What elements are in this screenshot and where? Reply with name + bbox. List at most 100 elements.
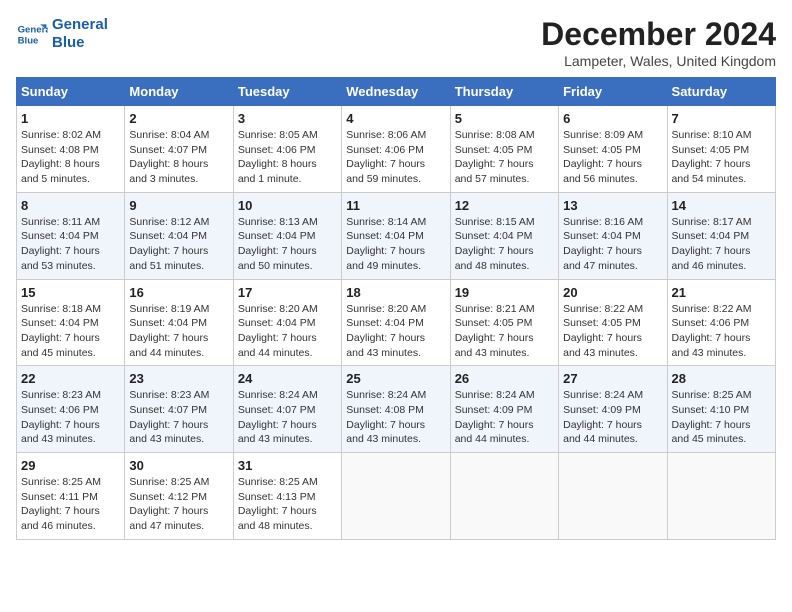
day-number: 16 <box>129 285 228 300</box>
day-info: Sunrise: 8:18 AMSunset: 4:04 PMDaylight:… <box>21 302 120 361</box>
calendar-cell: 28 Sunrise: 8:25 AMSunset: 4:10 PMDayligh… <box>667 366 775 453</box>
calendar-cell: 2 Sunrise: 8:04 AMSunset: 4:07 PMDaylight… <box>125 106 233 193</box>
day-info: Sunrise: 8:25 AMSunset: 4:10 PMDaylight:… <box>672 388 771 447</box>
calendar-cell <box>667 453 775 540</box>
day-info: Sunrise: 8:04 AMSunset: 4:07 PMDaylight:… <box>129 128 228 187</box>
day-number: 19 <box>455 285 554 300</box>
day-number: 31 <box>238 458 337 473</box>
day-number: 13 <box>563 198 662 213</box>
calendar-cell: 5 Sunrise: 8:08 AMSunset: 4:05 PMDaylight… <box>450 106 558 193</box>
day-info: Sunrise: 8:17 AMSunset: 4:04 PMDaylight:… <box>672 215 771 274</box>
calendar-cell: 1 Sunrise: 8:02 AMSunset: 4:08 PMDaylight… <box>17 106 125 193</box>
calendar-cell: 20 Sunrise: 8:22 AMSunset: 4:05 PMDayligh… <box>559 279 667 366</box>
week-row-2: 8Sunrise: 8:11 AMSunset: 4:04 PMDaylight… <box>17 192 776 279</box>
day-number: 22 <box>21 371 120 386</box>
day-number: 14 <box>672 198 771 213</box>
calendar-cell: 14 Sunrise: 8:17 AMSunset: 4:04 PMDayligh… <box>667 192 775 279</box>
day-info: Sunrise: 8:13 AMSunset: 4:04 PMDaylight:… <box>238 215 337 274</box>
calendar-cell: 4Sunrise: 8:06 AMSunset: 4:06 PMDaylight… <box>342 106 450 193</box>
column-header-saturday: Saturday <box>667 78 775 106</box>
logo: General Blue General Blue <box>16 16 108 52</box>
logo-text: General Blue <box>52 16 108 52</box>
day-number: 11 <box>346 198 445 213</box>
day-info: Sunrise: 8:19 AMSunset: 4:04 PMDaylight:… <box>129 302 228 361</box>
column-header-friday: Friday <box>559 78 667 106</box>
title-block: December 2024 Lampeter, Wales, United Ki… <box>541 16 776 69</box>
calendar-cell: 15 Sunrise: 8:18 AMSunset: 4:04 PMDayligh… <box>17 279 125 366</box>
day-number: 23 <box>129 371 228 386</box>
day-number: 26 <box>455 371 554 386</box>
day-info: Sunrise: 8:15 AMSunset: 4:04 PMDaylight:… <box>455 215 554 274</box>
calendar-cell: 21 Sunrise: 8:22 AMSunset: 4:06 PMDayligh… <box>667 279 775 366</box>
day-info: Sunrise: 8:14 AMSunset: 4:04 PMDaylight:… <box>346 215 445 274</box>
column-header-tuesday: Tuesday <box>233 78 341 106</box>
calendar-cell: 23 Sunrise: 8:23 AMSunset: 4:07 PMDayligh… <box>125 366 233 453</box>
day-info: Sunrise: 8:12 AMSunset: 4:04 PMDaylight:… <box>129 215 228 274</box>
day-info: Sunrise: 8:20 AMSunset: 4:04 PMDaylight:… <box>346 302 445 361</box>
calendar-cell: 3Sunrise: 8:05 AMSunset: 4:06 PMDaylight… <box>233 106 341 193</box>
day-info: Sunrise: 8:23 AMSunset: 4:07 PMDaylight:… <box>129 388 228 447</box>
month-title: December 2024 <box>541 16 776 53</box>
week-row-3: 15 Sunrise: 8:18 AMSunset: 4:04 PMDayligh… <box>17 279 776 366</box>
calendar-cell: 17 Sunrise: 8:20 AMSunset: 4:04 PMDayligh… <box>233 279 341 366</box>
day-info: Sunrise: 8:21 AMSunset: 4:05 PMDaylight:… <box>455 302 554 361</box>
week-row-5: 29Sunrise: 8:25 AMSunset: 4:11 PMDayligh… <box>17 453 776 540</box>
day-number: 1 <box>21 111 120 126</box>
day-number: 28 <box>672 371 771 386</box>
column-header-wednesday: Wednesday <box>342 78 450 106</box>
day-number: 9 <box>129 198 228 213</box>
day-number: 4 <box>346 111 445 126</box>
day-info: Sunrise: 8:11 AMSunset: 4:04 PMDaylight:… <box>21 215 120 274</box>
location: Lampeter, Wales, United Kingdom <box>541 53 776 69</box>
day-info: Sunrise: 8:24 AMSunset: 4:09 PMDaylight:… <box>455 388 554 447</box>
calendar-cell: 9 Sunrise: 8:12 AMSunset: 4:04 PMDaylight… <box>125 192 233 279</box>
day-info: Sunrise: 8:24 AMSunset: 4:07 PMDaylight:… <box>238 388 337 447</box>
calendar-cell: 24Sunrise: 8:24 AMSunset: 4:07 PMDayligh… <box>233 366 341 453</box>
day-number: 17 <box>238 285 337 300</box>
calendar-cell: 16 Sunrise: 8:19 AMSunset: 4:04 PMDayligh… <box>125 279 233 366</box>
day-info: Sunrise: 8:08 AMSunset: 4:05 PMDaylight:… <box>455 128 554 187</box>
day-info: Sunrise: 8:25 AMSunset: 4:13 PMDaylight:… <box>238 475 337 534</box>
logo-icon: General Blue <box>16 18 48 50</box>
day-number: 5 <box>455 111 554 126</box>
svg-text:Blue: Blue <box>18 36 39 47</box>
day-info: Sunrise: 8:02 AMSunset: 4:08 PMDaylight:… <box>21 128 120 187</box>
calendar-cell: 30 Sunrise: 8:25 AMSunset: 4:12 PMDayligh… <box>125 453 233 540</box>
day-info: Sunrise: 8:23 AMSunset: 4:06 PMDaylight:… <box>21 388 120 447</box>
day-info: Sunrise: 8:20 AMSunset: 4:04 PMDaylight:… <box>238 302 337 361</box>
day-number: 10 <box>238 198 337 213</box>
week-row-4: 22 Sunrise: 8:23 AMSunset: 4:06 PMDayligh… <box>17 366 776 453</box>
day-info: Sunrise: 8:16 AMSunset: 4:04 PMDaylight:… <box>563 215 662 274</box>
calendar-cell: 7 Sunrise: 8:10 AMSunset: 4:05 PMDaylight… <box>667 106 775 193</box>
day-number: 29 <box>21 458 120 473</box>
column-header-thursday: Thursday <box>450 78 558 106</box>
day-info: Sunrise: 8:25 AMSunset: 4:12 PMDaylight:… <box>129 475 228 534</box>
calendar-cell: 25 Sunrise: 8:24 AMSunset: 4:08 PMDayligh… <box>342 366 450 453</box>
day-info: Sunrise: 8:24 AMSunset: 4:08 PMDaylight:… <box>346 388 445 447</box>
day-number: 30 <box>129 458 228 473</box>
day-number: 7 <box>672 111 771 126</box>
column-header-monday: Monday <box>125 78 233 106</box>
calendar-cell: 27 Sunrise: 8:24 AMSunset: 4:09 PMDayligh… <box>559 366 667 453</box>
page-header: General Blue General Blue December 2024 … <box>16 16 776 69</box>
day-number: 15 <box>21 285 120 300</box>
day-info: Sunrise: 8:24 AMSunset: 4:09 PMDaylight:… <box>563 388 662 447</box>
day-info: Sunrise: 8:10 AMSunset: 4:05 PMDaylight:… <box>672 128 771 187</box>
calendar-cell <box>450 453 558 540</box>
calendar-table: SundayMondayTuesdayWednesdayThursdayFrid… <box>16 77 776 540</box>
day-number: 2 <box>129 111 228 126</box>
day-info: Sunrise: 8:05 AMSunset: 4:06 PMDaylight:… <box>238 128 337 187</box>
day-info: Sunrise: 8:22 AMSunset: 4:06 PMDaylight:… <box>672 302 771 361</box>
calendar-cell: 12Sunrise: 8:15 AMSunset: 4:04 PMDayligh… <box>450 192 558 279</box>
calendar-cell: 22 Sunrise: 8:23 AMSunset: 4:06 PMDayligh… <box>17 366 125 453</box>
column-header-sunday: Sunday <box>17 78 125 106</box>
calendar-body: 1 Sunrise: 8:02 AMSunset: 4:08 PMDaylight… <box>17 106 776 540</box>
calendar-cell: 8Sunrise: 8:11 AMSunset: 4:04 PMDaylight… <box>17 192 125 279</box>
calendar-cell: 6Sunrise: 8:09 AMSunset: 4:05 PMDaylight… <box>559 106 667 193</box>
day-number: 21 <box>672 285 771 300</box>
calendar-cell: 18Sunrise: 8:20 AMSunset: 4:04 PMDayligh… <box>342 279 450 366</box>
day-number: 25 <box>346 371 445 386</box>
day-number: 20 <box>563 285 662 300</box>
day-info: Sunrise: 8:22 AMSunset: 4:05 PMDaylight:… <box>563 302 662 361</box>
day-number: 27 <box>563 371 662 386</box>
